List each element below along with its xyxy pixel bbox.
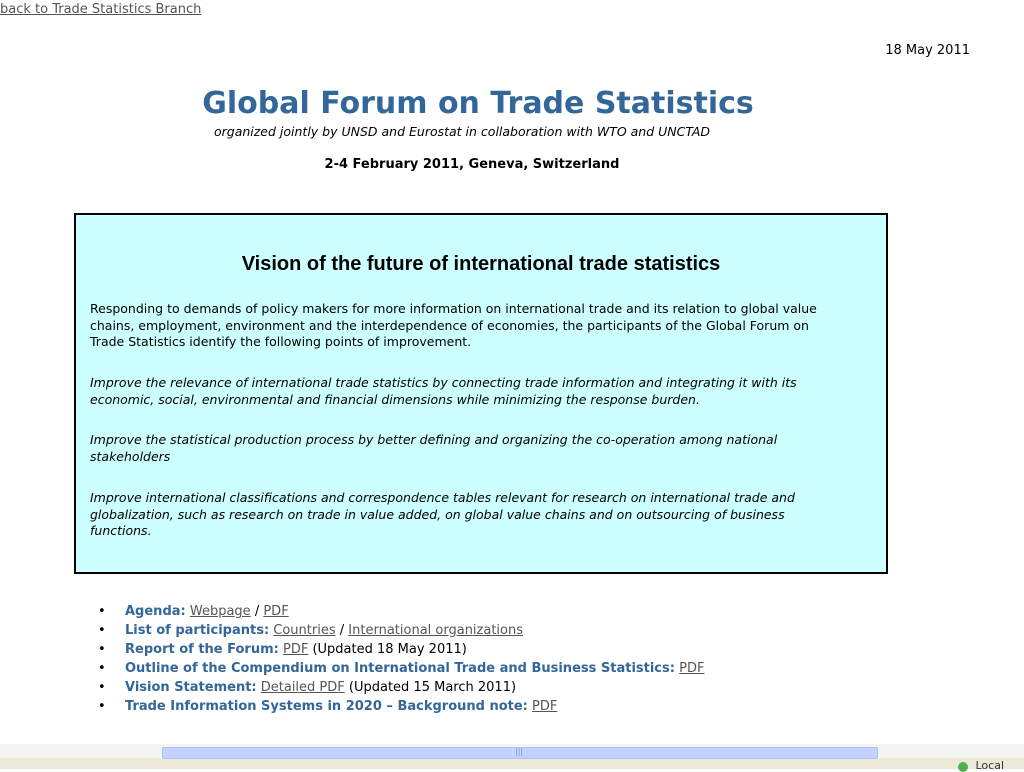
list-item-agenda: Agenda: Webpage / PDF xyxy=(98,602,704,621)
updated-note: (Updated 18 May 2011) xyxy=(312,642,467,657)
separator: / xyxy=(254,604,260,619)
agenda-pdf-link[interactable]: PDF xyxy=(263,604,288,619)
event-info: 2-4 February 2011, Geneva, Switzerland xyxy=(324,157,620,172)
item-label: List of participants: xyxy=(125,623,270,638)
compendium-pdf-link[interactable]: PDF xyxy=(679,661,704,676)
status-zone-text: Local xyxy=(975,759,1004,772)
page-title: Global Forum on Trade Statistics xyxy=(202,86,754,121)
participants-orgs-link[interactable]: International organizations xyxy=(348,623,523,638)
back-to-branch-link[interactable]: back to Trade Statistics Branch xyxy=(0,2,201,17)
item-label: Trade Information Systems in 2020 – Back… xyxy=(125,699,528,714)
vision-intro: Responding to demands of policy makers f… xyxy=(90,301,817,349)
participants-countries-link[interactable]: Countries xyxy=(273,623,335,638)
list-item-compendium: Outline of the Compendium on Internation… xyxy=(98,659,704,678)
updated-note: (Updated 15 March 2011) xyxy=(348,680,517,695)
vision-point: Improve the relevance of international t… xyxy=(90,375,797,407)
page-date: 18 May 2011 xyxy=(885,43,970,58)
vision-point: Improve international classifications an… xyxy=(90,490,795,538)
vision-heading: Vision of the future of international tr… xyxy=(241,253,721,275)
vision-box: Vision of the future of international tr… xyxy=(74,213,888,574)
page-subtitle: organized jointly by UNSD and Eurostat i… xyxy=(213,124,711,139)
background-note-pdf-link[interactable]: PDF xyxy=(532,699,557,714)
item-label: Report of the Forum: xyxy=(125,642,279,657)
list-item-vision-statement: Vision Statement: Detailed PDF (Updated … xyxy=(98,678,704,697)
item-label: Vision Statement: xyxy=(125,680,257,695)
vision-detailed-pdf-link[interactable]: Detailed PDF xyxy=(261,680,345,695)
report-pdf-link[interactable]: PDF xyxy=(283,642,308,657)
vision-point: Improve the statistical production proce… xyxy=(90,432,778,464)
item-label: Outline of the Compendium on Internation… xyxy=(125,661,675,676)
agenda-webpage-link[interactable]: Webpage xyxy=(190,604,251,619)
separator: / xyxy=(339,623,345,638)
list-item-background-note: Trade Information Systems in 2020 – Back… xyxy=(98,697,704,716)
scrollbar-grip-icon: ||| xyxy=(515,747,524,756)
resource-links-list: Agenda: Webpage / PDF List of participan… xyxy=(98,602,704,716)
zone-globe-icon xyxy=(958,762,968,772)
list-item-report: Report of the Forum: PDF (Updated 18 May… xyxy=(98,640,704,659)
list-item-participants: List of participants: Countries / Intern… xyxy=(98,621,704,640)
item-label: Agenda: xyxy=(125,604,186,619)
